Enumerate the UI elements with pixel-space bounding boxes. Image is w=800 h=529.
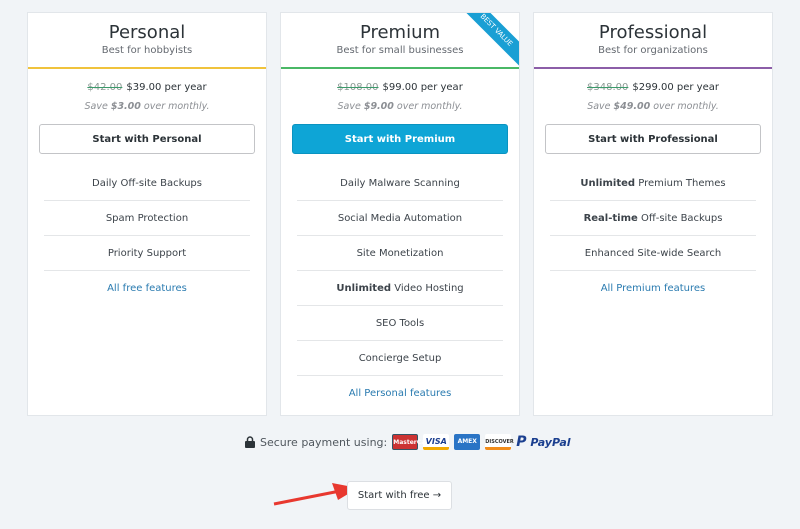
plan-card-professional: Professional Best for organizations $348… (533, 12, 773, 416)
feature-item: Priority Support (44, 236, 250, 271)
plan-price: $108.00 $99.00 per year (337, 82, 463, 93)
amex-icon: AMEX (454, 434, 481, 450)
lock-icon (245, 436, 255, 448)
feature-item: Daily Malware Scanning (297, 166, 503, 201)
plan-header: Personal Best for hobbyists (28, 13, 266, 69)
plan-tagline: Best for small businesses (336, 45, 464, 56)
paypal-logo: P PayPal (516, 434, 571, 450)
feature-item: Concierge Setup (297, 341, 503, 376)
visa-icon: VISA (423, 434, 450, 450)
feature-item: SEO Tools (297, 306, 503, 341)
plan-card-personal: Personal Best for hobbyists $42.00 $39.00… (27, 12, 267, 416)
feature-item: Unlimited Video Hosting (297, 271, 503, 306)
feature-item: Real-time Off-site Backups (550, 201, 756, 236)
savings: Save $49.00 over monthly. (587, 101, 719, 112)
feature-item: Social Media Automation (297, 201, 503, 236)
start-with-free-button[interactable]: Start with free → (347, 481, 452, 510)
feature-item: Enhanced Site-wide Search (550, 236, 756, 271)
plan-price: $42.00 $39.00 per year (87, 82, 207, 93)
feature-item: Spam Protection (44, 201, 250, 236)
plan-name: Personal (108, 22, 186, 43)
plan-price: $348.00 $299.00 per year (587, 82, 719, 93)
all-features-link[interactable]: All Personal features (297, 376, 503, 411)
secure-label: Secure payment using: (260, 435, 388, 449)
plan-header: Professional Best for organizations (534, 13, 772, 69)
all-features-link[interactable]: All Premium features (550, 271, 756, 306)
mastercard-icon: MasterCard (392, 434, 432, 450)
arrow-right-icon: → (432, 490, 442, 501)
start-personal-button[interactable]: Start with Personal (39, 124, 255, 154)
secure-payment: Secure payment using: MasterCard VISA AM… (245, 434, 571, 450)
old-price: $42.00 (87, 82, 123, 93)
start-professional-button[interactable]: Start with Professional (545, 124, 761, 154)
feature-item: Site Monetization (297, 236, 503, 271)
feature-item: Unlimited Premium Themes (550, 166, 756, 201)
plan-name: Professional (598, 22, 708, 43)
start-premium-button[interactable]: Start with Premium (292, 124, 508, 154)
savings: Save $9.00 over monthly. (337, 101, 463, 112)
old-price: $348.00 (587, 82, 629, 93)
all-features-link[interactable]: All free features (44, 271, 250, 306)
plan-tagline: Best for organizations (598, 45, 708, 56)
feature-list: Unlimited Premium Themes Real-time Off-si… (550, 166, 756, 306)
feature-list: Daily Malware Scanning Social Media Autom… (297, 166, 503, 411)
plan-tagline: Best for hobbyists (101, 45, 193, 56)
feature-item: Daily Off-site Backups (44, 166, 250, 201)
plan-card-premium: BEST VALUE Premium Best for small busine… (280, 12, 520, 416)
feature-list: Daily Off-site Backups Spam Protection Pri… (44, 166, 250, 306)
old-price: $108.00 (337, 82, 379, 93)
discover-icon: DISCOVER (485, 434, 514, 450)
savings: Save $3.00 over monthly. (84, 101, 210, 112)
